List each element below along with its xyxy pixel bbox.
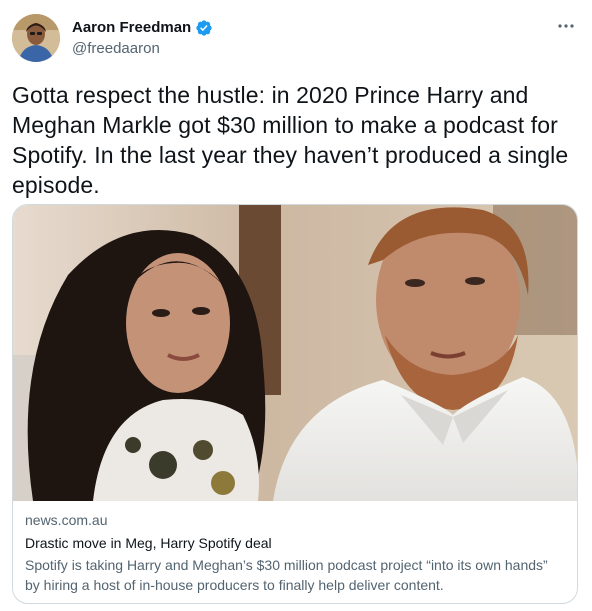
author-display-name[interactable]: Aaron Freedman xyxy=(72,18,191,38)
verified-badge-icon xyxy=(195,19,213,37)
card-description: Spotify is taking Harry and Meghan’s $30… xyxy=(25,557,548,593)
link-preview-card[interactable]: news.com.au Drastic move in Meg, Harry S… xyxy=(12,204,578,604)
card-title: Drastic move in Meg, Harry Spotify deal xyxy=(25,535,272,551)
card-image xyxy=(13,205,577,501)
tweet-text: Gotta respect the hustle: in 2020 Prince… xyxy=(12,82,569,198)
tweet-card[interactable]: Aaron Freedman @freedaaron Gotta respect… xyxy=(0,0,592,611)
more-options-icon[interactable] xyxy=(554,16,578,36)
card-domain: news.com.au xyxy=(25,512,108,528)
avatar[interactable] xyxy=(12,14,60,62)
avatar-image xyxy=(12,14,60,62)
author-handle[interactable]: @freedaaron xyxy=(72,39,213,59)
tweet-header: Aaron Freedman @freedaaron xyxy=(12,14,582,64)
card-meta: news.com.au Drastic move in Meg, Harry S… xyxy=(25,511,565,595)
author-info: Aaron Freedman @freedaaron xyxy=(72,18,213,59)
author-name-row: Aaron Freedman xyxy=(72,18,213,38)
